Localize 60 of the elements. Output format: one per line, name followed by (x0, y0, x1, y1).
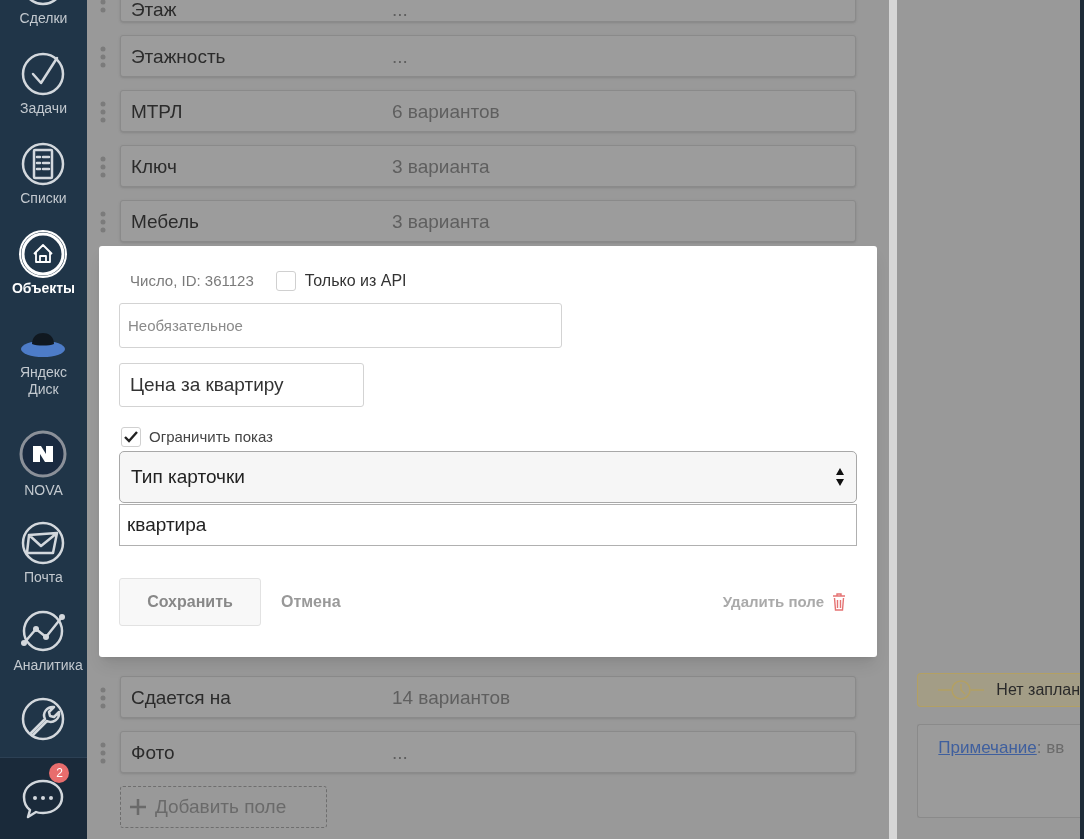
drag-handle-icon[interactable] (99, 156, 106, 178)
field-type-label: Число, ID: 361123 (130, 270, 254, 291)
field-name: Фото (130, 741, 176, 763)
sidebar-label[interactable]: Задачи (3, 99, 84, 117)
field-row[interactable]: Фото ... (119, 731, 857, 773)
sidebar-label[interactable]: Почта (3, 568, 84, 586)
drag-handle-icon[interactable] (99, 687, 106, 709)
save-button[interactable]: Сохранить (119, 578, 261, 626)
wrench-icon[interactable] (21, 697, 66, 741)
checkbox[interactable] (121, 427, 141, 447)
field-name: МТРЛ (130, 100, 184, 122)
field-value: ... (391, 741, 408, 763)
mail-icon[interactable] (21, 520, 66, 565)
input-field[interactable]: Необязательное (119, 303, 562, 348)
field-value: 6 вариантов (391, 100, 500, 122)
chart-icon[interactable] (20, 608, 67, 653)
field-row[interactable]: Сдается на 14 вариантов (119, 676, 857, 718)
field-name: Мебель (130, 210, 200, 232)
reminder-text: Нет заплан (996, 680, 1080, 700)
unread-badge: 2 (49, 762, 70, 783)
sidebar-label[interactable]: Объекты (3, 279, 84, 297)
drag-handle-icon[interactable] (99, 46, 106, 68)
cancel-button[interactable]: Отмена (281, 590, 341, 614)
sidebar-label[interactable]: NOVA (3, 481, 84, 499)
field-row[interactable]: Мебель 3 варианта (119, 200, 857, 242)
field-row[interactable]: Этаж ... (119, 0, 857, 22)
field-row[interactable]: МТРЛ 6 вариантов (119, 90, 857, 132)
home-icon[interactable] (21, 231, 66, 276)
checkbox-label[interactable]: Ограничить показ (149, 425, 273, 449)
checkbox[interactable] (275, 271, 296, 291)
sidebar-label[interactable]: Яндекс Диск (3, 364, 84, 398)
field-name: Этаж (130, 0, 178, 20)
field-value: 3 варианта (391, 210, 490, 232)
field-name: Ключ (130, 155, 178, 177)
name-field[interactable]: Цена за квартиру (119, 363, 364, 407)
list-icon[interactable] (21, 141, 66, 186)
drag-handle-icon[interactable] (99, 742, 106, 764)
field-value: 14 вариантов (391, 686, 511, 708)
sidebar-label[interactable]: Аналитика (3, 656, 84, 674)
plus-icon (128, 798, 147, 816)
field-row[interactable]: Этажность ... (119, 35, 857, 77)
field-value: 3 варианта (391, 155, 490, 177)
card-type-select[interactable]: Тип карточки (119, 451, 857, 503)
sort-arrows-icon (835, 467, 845, 487)
field-name: Сдается на (130, 686, 232, 708)
field-row[interactable]: Ключ 3 варианта (119, 145, 857, 187)
sidebar-label[interactable]: Сделки (3, 9, 84, 27)
check-icon[interactable] (21, 51, 66, 96)
sidebar-label[interactable]: Списки (3, 189, 84, 207)
field-value: ... (391, 0, 408, 20)
n-logo-icon[interactable] (19, 429, 68, 478)
drag-handle-icon[interactable] (99, 211, 106, 233)
checkbox-label[interactable]: Только из API (304, 269, 407, 293)
card-type-value-field[interactable]: квартира (119, 504, 857, 546)
clock-icon (938, 679, 985, 701)
field-name: Этажность (130, 45, 227, 67)
reminder-bar[interactable]: Нет заплан (917, 673, 1080, 707)
field-value: ... (391, 45, 408, 67)
trash-icon (832, 593, 846, 611)
drag-handle-icon[interactable] (99, 101, 106, 123)
